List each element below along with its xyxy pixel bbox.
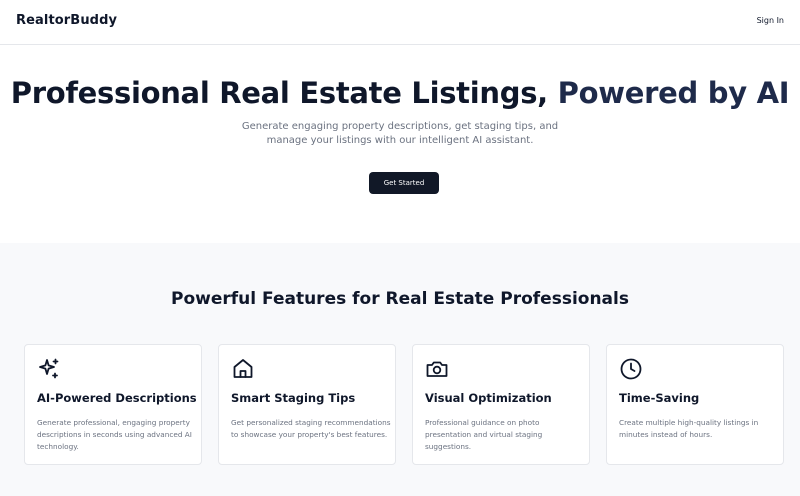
feature-card-time-saving: Time-Saving Create multiple high-quality… [606,344,784,465]
features-title: Powerful Features for Real Estate Profes… [171,289,629,309]
sparkles-icon [37,357,61,381]
feature-card-title: AI-Powered Descriptions [37,391,197,405]
hero-title: Professional Real Estate Listings, Power… [0,76,800,110]
top-nav: RealtorBuddy Sign In [0,0,800,45]
feature-card-title: Visual Optimization [425,391,552,405]
feature-card-visual-optimization: Visual Optimization Professional guidanc… [412,344,590,465]
feature-card-description: Professional guidance on photo presentat… [425,418,543,451]
hero-title-accent: Powered by AI [557,76,790,110]
hero-title-main: Professional Real Estate Listings, [10,76,558,110]
feature-card-ai-descriptions: AI-Powered Descriptions Generate profess… [24,344,202,465]
clock-icon [619,357,643,381]
feature-card-title: Time-Saving [619,391,700,405]
hero-subtitle: Generate engaging property descriptions,… [241,121,559,146]
feature-card-description: Create multiple high-quality listings in… [619,418,759,439]
get-started-button[interactable]: Get Started [369,172,439,194]
feature-card-description: Generate professional, engaging property… [37,418,192,451]
camera-icon [425,357,449,381]
features-section: Powerful Features for Real Estate Profes… [0,243,800,496]
feature-card-title: Smart Staging Tips [231,391,356,405]
home-icon [231,357,255,381]
sign-in-link[interactable]: Sign In [757,16,784,25]
brand-logo[interactable]: RealtorBuddy [16,13,117,28]
hero-section: Professional Real Estate Listings, Power… [0,45,800,243]
feature-card-staging-tips: Smart Staging Tips Get personalized stag… [218,344,396,465]
feature-card-description: Get personalized staging recommendations… [231,418,391,439]
